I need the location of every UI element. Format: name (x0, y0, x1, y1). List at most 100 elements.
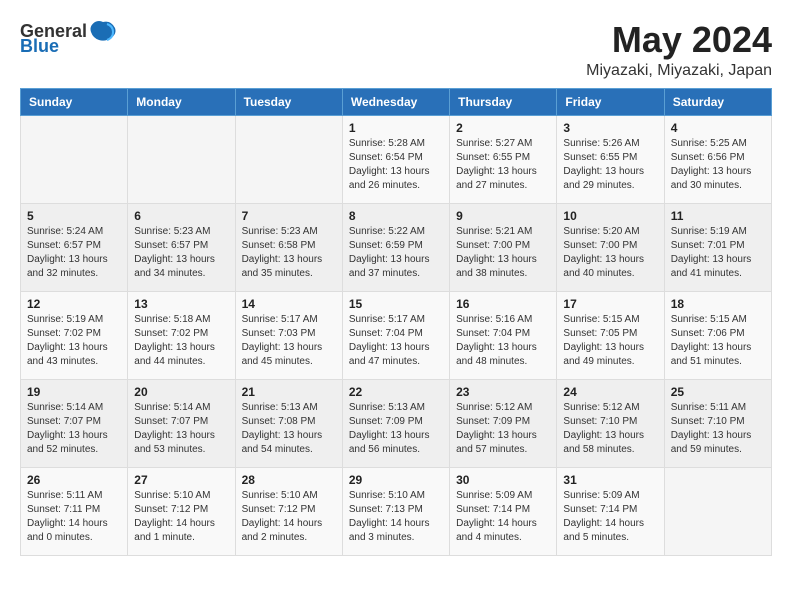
day-number: 10 (563, 209, 657, 223)
weekday-header-monday: Monday (128, 88, 235, 115)
day-number: 17 (563, 297, 657, 311)
day-info: Sunrise: 5:22 AMSunset: 6:59 PMDaylight:… (349, 225, 443, 281)
calendar-day-cell-28: 28 Sunrise: 5:10 AMSunset: 7:12 PMDayligh… (235, 467, 342, 555)
day-number: 7 (242, 209, 336, 223)
day-info: Sunrise: 5:24 AMSunset: 6:57 PMDaylight:… (27, 225, 121, 281)
calendar-day-cell-26: 26 Sunrise: 5:11 AMSunset: 7:11 PMDayligh… (21, 467, 128, 555)
day-info: Sunrise: 5:23 AMSunset: 6:57 PMDaylight:… (134, 225, 228, 281)
day-number: 5 (27, 209, 121, 223)
day-info: Sunrise: 5:21 AMSunset: 7:00 PMDaylight:… (456, 225, 550, 281)
day-number: 19 (27, 385, 121, 399)
day-number: 16 (456, 297, 550, 311)
day-info: Sunrise: 5:27 AMSunset: 6:55 PMDaylight:… (456, 137, 550, 193)
day-info: Sunrise: 5:23 AMSunset: 6:58 PMDaylight:… (242, 225, 336, 281)
calendar-day-cell-31: 31Sunrise: 5:09 AMSunset: 7:14 PMDayligh… (557, 467, 664, 555)
empty-day-cell (664, 467, 771, 555)
day-info: Sunrise: 5:20 AMSunset: 7:00 PMDaylight:… (563, 225, 657, 281)
empty-day-cell (21, 115, 128, 203)
page-header: General Blue May 2024 Miyazaki, Miyazaki… (20, 20, 772, 80)
day-info: Sunrise: 5:14 AMSunset: 7:07 PMDaylight:… (134, 401, 228, 457)
weekday-header-tuesday: Tuesday (235, 88, 342, 115)
day-info: Sunrise: 5:19 AMSunset: 7:01 PMDaylight:… (671, 225, 765, 281)
calendar-day-cell-10: 10 Sunrise: 5:20 AMSunset: 7:00 PMDayligh… (557, 203, 664, 291)
day-number: 18 (671, 297, 765, 311)
day-number: 8 (349, 209, 443, 223)
day-info: Sunrise: 5:14 AMSunset: 7:07 PMDaylight:… (27, 401, 121, 457)
calendar-day-cell-14: 14 Sunrise: 5:17 AMSunset: 7:03 PMDayligh… (235, 291, 342, 379)
location-subtitle: Miyazaki, Miyazaki, Japan (586, 62, 772, 80)
calendar-day-cell-12: 12 Sunrise: 5:19 AMSunset: 7:02 PMDayligh… (21, 291, 128, 379)
calendar-week-row: 5 Sunrise: 5:24 AMSunset: 6:57 PMDaylight… (21, 203, 772, 291)
day-number: 23 (456, 385, 550, 399)
calendar-day-cell-20: 20 Sunrise: 5:14 AMSunset: 7:07 PMDayligh… (128, 379, 235, 467)
day-number: 31 (563, 473, 657, 487)
day-info: Sunrise: 5:10 AMSunset: 7:13 PMDaylight:… (349, 489, 443, 545)
calendar-day-cell-21: 21 Sunrise: 5:13 AMSunset: 7:08 PMDayligh… (235, 379, 342, 467)
calendar-day-cell-19: 19 Sunrise: 5:14 AMSunset: 7:07 PMDayligh… (21, 379, 128, 467)
day-number: 27 (134, 473, 228, 487)
calendar-day-cell-30: 30 Sunrise: 5:09 AMSunset: 7:14 PMDayligh… (450, 467, 557, 555)
day-info: Sunrise: 5:10 AMSunset: 7:12 PMDaylight:… (242, 489, 336, 545)
day-number: 9 (456, 209, 550, 223)
day-info: Sunrise: 5:13 AMSunset: 7:08 PMDaylight:… (242, 401, 336, 457)
empty-day-cell (235, 115, 342, 203)
day-info: Sunrise: 5:11 AMSunset: 7:10 PMDaylight:… (671, 401, 765, 457)
day-info: Sunrise: 5:12 AMSunset: 7:09 PMDaylight:… (456, 401, 550, 457)
calendar-day-cell-2: 2Sunrise: 5:27 AMSunset: 6:55 PMDaylight… (450, 115, 557, 203)
day-info: Sunrise: 5:28 AMSunset: 6:54 PMDaylight:… (349, 137, 443, 193)
logo-blue: Blue (20, 36, 59, 57)
calendar-day-cell-4: 4 Sunrise: 5:25 AMSunset: 6:56 PMDaylight… (664, 115, 771, 203)
day-number: 15 (349, 297, 443, 311)
calendar-day-cell-13: 13Sunrise: 5:18 AMSunset: 7:02 PMDayligh… (128, 291, 235, 379)
calendar-day-cell-15: 15 Sunrise: 5:17 AMSunset: 7:04 PMDayligh… (342, 291, 449, 379)
day-number: 14 (242, 297, 336, 311)
day-info: Sunrise: 5:18 AMSunset: 7:02 PMDaylight:… (134, 313, 228, 369)
weekday-header-saturday: Saturday (664, 88, 771, 115)
calendar-day-cell-18: 18 Sunrise: 5:15 AMSunset: 7:06 PMDayligh… (664, 291, 771, 379)
day-info: Sunrise: 5:15 AMSunset: 7:06 PMDaylight:… (671, 313, 765, 369)
day-number: 25 (671, 385, 765, 399)
day-number: 20 (134, 385, 228, 399)
empty-day-cell (128, 115, 235, 203)
day-number: 30 (456, 473, 550, 487)
day-info: Sunrise: 5:09 AMSunset: 7:14 PMDaylight:… (456, 489, 550, 545)
calendar-day-cell-23: 23 Sunrise: 5:12 AMSunset: 7:09 PMDayligh… (450, 379, 557, 467)
day-number: 22 (349, 385, 443, 399)
day-info: Sunrise: 5:17 AMSunset: 7:03 PMDaylight:… (242, 313, 336, 369)
day-number: 4 (671, 121, 765, 135)
title-block: May 2024 Miyazaki, Miyazaki, Japan (586, 20, 772, 80)
day-number: 11 (671, 209, 765, 223)
calendar-day-cell-5: 5 Sunrise: 5:24 AMSunset: 6:57 PMDaylight… (21, 203, 128, 291)
logo-icon (89, 20, 117, 42)
calendar-day-cell-22: 22Sunrise: 5:13 AMSunset: 7:09 PMDayligh… (342, 379, 449, 467)
day-number: 1 (349, 121, 443, 135)
day-info: Sunrise: 5:17 AMSunset: 7:04 PMDaylight:… (349, 313, 443, 369)
day-info: Sunrise: 5:19 AMSunset: 7:02 PMDaylight:… (27, 313, 121, 369)
calendar-day-cell-8: 8 Sunrise: 5:22 AMSunset: 6:59 PMDaylight… (342, 203, 449, 291)
weekday-header-wednesday: Wednesday (342, 88, 449, 115)
day-info: Sunrise: 5:15 AMSunset: 7:05 PMDaylight:… (563, 313, 657, 369)
calendar-day-cell-24: 24Sunrise: 5:12 AMSunset: 7:10 PMDayligh… (557, 379, 664, 467)
day-info: Sunrise: 5:11 AMSunset: 7:11 PMDaylight:… (27, 489, 121, 545)
calendar-day-cell-16: 16Sunrise: 5:16 AMSunset: 7:04 PMDayligh… (450, 291, 557, 379)
calendar-day-cell-11: 11 Sunrise: 5:19 AMSunset: 7:01 PMDayligh… (664, 203, 771, 291)
day-number: 26 (27, 473, 121, 487)
day-info: Sunrise: 5:25 AMSunset: 6:56 PMDaylight:… (671, 137, 765, 193)
day-number: 3 (563, 121, 657, 135)
day-number: 28 (242, 473, 336, 487)
calendar-day-cell-29: 29Sunrise: 5:10 AMSunset: 7:13 PMDayligh… (342, 467, 449, 555)
calendar-day-cell-3: 3Sunrise: 5:26 AMSunset: 6:55 PMDaylight… (557, 115, 664, 203)
calendar-table: SundayMondayTuesdayWednesdayThursdayFrid… (20, 88, 772, 556)
logo: General Blue (20, 20, 117, 57)
day-info: Sunrise: 5:12 AMSunset: 7:10 PMDaylight:… (563, 401, 657, 457)
calendar-day-cell-7: 7 Sunrise: 5:23 AMSunset: 6:58 PMDaylight… (235, 203, 342, 291)
calendar-day-cell-6: 6Sunrise: 5:23 AMSunset: 6:57 PMDaylight… (128, 203, 235, 291)
calendar-week-row: 26 Sunrise: 5:11 AMSunset: 7:11 PMDayligh… (21, 467, 772, 555)
calendar-day-cell-25: 25 Sunrise: 5:11 AMSunset: 7:10 PMDayligh… (664, 379, 771, 467)
day-number: 12 (27, 297, 121, 311)
day-number: 21 (242, 385, 336, 399)
calendar-week-row: 1 Sunrise: 5:28 AMSunset: 6:54 PMDaylight… (21, 115, 772, 203)
calendar-day-cell-27: 27Sunrise: 5:10 AMSunset: 7:12 PMDayligh… (128, 467, 235, 555)
weekday-header-row: SundayMondayTuesdayWednesdayThursdayFrid… (21, 88, 772, 115)
calendar-day-cell-1: 1 Sunrise: 5:28 AMSunset: 6:54 PMDaylight… (342, 115, 449, 203)
